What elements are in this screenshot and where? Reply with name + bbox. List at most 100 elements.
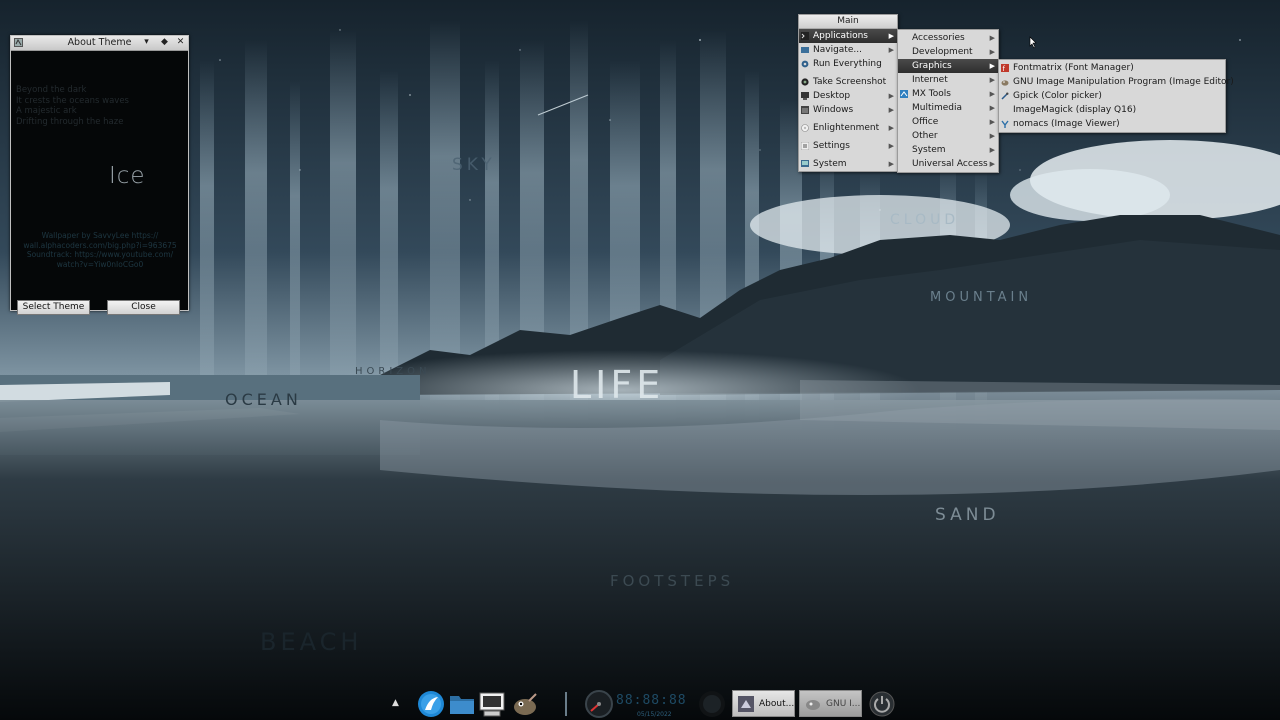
wallpaper-word-sky: SKY <box>452 155 496 175</box>
menu-item-system[interactable]: System ▶ <box>799 157 897 171</box>
menu-item-label: Internet <box>912 75 948 85</box>
menu-item-label: Desktop <box>813 91 851 101</box>
clock-time[interactable]: 88:88:88 <box>616 693 687 708</box>
imagemagick-icon <box>1001 106 1009 114</box>
chevron-right-icon: ▶ <box>989 48 995 56</box>
menu-item-desktop[interactable]: Desktop ▶ <box>799 89 897 103</box>
menu-item-windows[interactable]: Windows ▶ <box>799 103 897 117</box>
poem-line: A majestic ark <box>16 106 77 116</box>
clock-date[interactable]: 05/15/2022 <box>637 711 672 718</box>
menu-item-universal-access[interactable]: Universal Access ▶ <box>898 157 998 171</box>
close-icon[interactable]: ✕ <box>175 37 186 48</box>
menu-item-settings[interactable]: Settings ▶ <box>799 139 897 153</box>
settings-icon <box>801 142 809 150</box>
chevron-right-icon: ▶ <box>888 32 894 40</box>
cpu-gauge-icon <box>585 690 613 718</box>
minimize-icon[interactable]: ▾ <box>141 37 152 48</box>
poem-line: Beyond the dark <box>16 85 87 95</box>
wallpaper-word-sand: SAND <box>935 505 1000 525</box>
menu-item-other[interactable]: Other ▶ <box>898 129 998 143</box>
chevron-up-icon[interactable]: ▲ <box>392 698 399 708</box>
wallpaper-word-life: LIFE <box>570 363 664 407</box>
terminal-icon <box>801 32 809 40</box>
chevron-right-icon: ▶ <box>989 34 995 42</box>
menu-item-label: System <box>912 145 946 155</box>
menu-item-label: Office <box>912 117 939 127</box>
terminal-icon[interactable] <box>479 691 505 717</box>
file-manager-icon[interactable] <box>449 692 475 716</box>
menu-item-take-screenshot[interactable]: Take Screenshot <box>799 75 897 89</box>
menu-item-label: Take Screenshot <box>813 77 887 87</box>
color-picker-icon <box>1001 92 1009 100</box>
menu-item-label: Other <box>912 131 938 141</box>
menu-item-nomacs[interactable]: nomacs (Image Viewer) <box>999 117 1225 131</box>
menu-item-multimedia[interactable]: Multimedia ▶ <box>898 101 998 115</box>
wallpaper-word-mountain: MOUNTAIN <box>930 290 1032 305</box>
close-button[interactable]: Close <box>107 300 180 315</box>
menu-item-enlightenment[interactable]: Enlightenment ▶ <box>799 121 897 135</box>
poem-line: It crests the oceans waves <box>16 95 129 106</box>
select-theme-button[interactable]: Select Theme <box>17 300 90 315</box>
chevron-right-icon: ▶ <box>888 46 894 54</box>
menu-item-graphics[interactable]: Graphics ▶ <box>898 59 998 73</box>
about-theme-window: About Theme ▾ ◆ ✕ Beyond the dark It cre… <box>10 35 189 315</box>
chevron-right-icon: ▶ <box>888 124 894 132</box>
menu-item-mx-tools[interactable]: MX Tools ▶ <box>898 87 998 101</box>
chevron-right-icon: ▶ <box>989 104 995 112</box>
mx-tools-icon <box>900 90 908 98</box>
poem-line: Drifting through the haze <box>16 116 124 127</box>
chevron-right-icon: ▶ <box>888 160 894 168</box>
credits-line: watch?v=Yiw0nIoCGo0 <box>56 259 144 269</box>
menu-item-gimp[interactable]: GNU Image Manipulation Program (Image Ed… <box>999 75 1234 89</box>
menu-item-label: Fontmatrix (Font Manager) <box>1013 63 1134 73</box>
chevron-right-icon: ▶ <box>989 146 995 154</box>
menu-item-internet[interactable]: Internet ▶ <box>898 73 998 87</box>
theme-logo-text: Ice <box>109 163 146 189</box>
gimp-icon <box>1001 80 1009 86</box>
menu-item-fontmatrix[interactable]: f Fontmatrix (Font Manager) <box>999 61 1225 75</box>
menu-item-label: Development <box>912 47 973 57</box>
menu-item-development[interactable]: Development ▶ <box>898 45 998 59</box>
chevron-right-icon: ▶ <box>989 132 995 140</box>
credits-line: Soundtrack: https://www.youtube.com/ <box>26 250 174 259</box>
theme-credits: Wallpaper by SavvyLee https:// wall.alph… <box>15 231 185 269</box>
window-titlebar[interactable]: About Theme ▾ ◆ ✕ <box>11 36 188 51</box>
nomacs-icon <box>1001 120 1009 128</box>
power-icon[interactable] <box>869 691 895 717</box>
desktop-icon <box>801 92 809 100</box>
gear-icon <box>801 60 809 68</box>
enlightenment-icon <box>801 124 809 132</box>
gimp-icon <box>806 700 820 710</box>
menu-item-system[interactable]: System ▶ <box>898 143 998 157</box>
taskbar-item-gimp[interactable]: GNU I... <box>799 690 862 717</box>
menu-item-label: Enlightenment <box>813 123 880 133</box>
menu-item-run-everything[interactable]: Run Everything <box>799 57 897 71</box>
volume-knob-icon[interactable] <box>698 690 726 718</box>
gimp-icon[interactable] <box>511 691 539 717</box>
system-icon <box>801 160 809 167</box>
menu-item-label: Universal Access <box>912 159 988 169</box>
menu-item-applications[interactable]: Applications ▶ <box>799 29 897 43</box>
menu-item-label: Windows <box>813 105 854 115</box>
chevron-right-icon: ▶ <box>888 142 894 150</box>
wallpaper-word-beach: BEACH <box>260 628 362 656</box>
menu-item-navigate[interactable]: Navigate... ▶ <box>799 43 897 57</box>
menu-item-gpick[interactable]: Gpick (Color picker) <box>999 89 1225 103</box>
graphics-submenu: f Fontmatrix (Font Manager) GNU Image Ma… <box>998 59 1234 133</box>
menu-item-label: Accessories <box>912 33 965 43</box>
taskbar-item-about[interactable]: About... <box>732 690 795 717</box>
menu-item-label: GNU Image Manipulation Program (Image Ed… <box>1013 77 1234 87</box>
credits-line: Wallpaper by SavvyLee https:// <box>41 231 159 240</box>
menu-item-label: ImageMagick (display Q16) <box>1013 105 1137 115</box>
task-label: GNU I... <box>826 699 861 709</box>
credits-line: wall.alphacoders.com/big.php?i=963675 <box>23 240 177 250</box>
browser-icon[interactable] <box>417 690 445 718</box>
menu-item-accessories[interactable]: Accessories ▶ <box>898 31 998 45</box>
menu-item-label: System <box>813 159 847 169</box>
chevron-right-icon: ▶ <box>989 90 995 98</box>
wallpaper-word-cloud: CLOUD <box>890 212 959 228</box>
menu-item-label: Applications <box>813 31 868 41</box>
menu-item-office[interactable]: Office ▶ <box>898 115 998 129</box>
menu-item-imagemagick[interactable]: ImageMagick (display Q16) <box>999 103 1225 117</box>
maximize-icon[interactable]: ◆ <box>159 37 170 48</box>
